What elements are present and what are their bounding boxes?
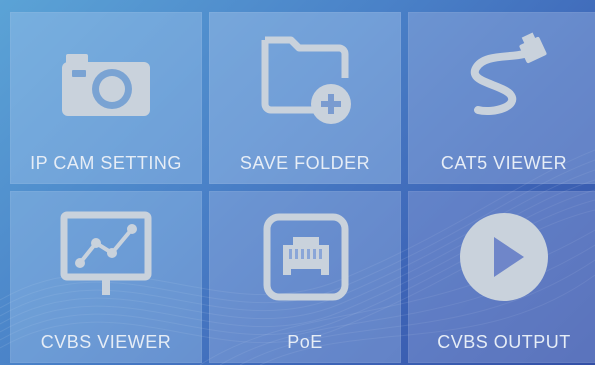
tile-label: CVBS OUTPUT — [437, 332, 571, 352]
camera-icon — [56, 28, 156, 128]
tile-label: PoE — [287, 332, 323, 352]
tile-label: CVBS VIEWER — [40, 332, 172, 352]
menu-grid: IP CAM SETTING SAVE FOLDER CAT5 VIEWER C… — [10, 12, 595, 364]
ip-cam-setting-tile[interactable]: IP CAM SETTING — [10, 12, 202, 184]
main-menu-screen: IP CAM SETTING SAVE FOLDER CAT5 VIEWER C… — [0, 0, 595, 365]
save-folder-tile[interactable]: SAVE FOLDER — [209, 12, 401, 184]
cat5-viewer-tile[interactable]: CAT5 VIEWER — [408, 12, 595, 184]
play-circle-icon — [454, 207, 554, 307]
ethernet-port-icon — [255, 207, 355, 307]
folder-add-icon — [255, 28, 355, 128]
monitor-chart-icon — [56, 207, 156, 307]
network-cable-icon — [454, 28, 554, 128]
cvbs-output-tile[interactable]: CVBS OUTPUT — [408, 191, 595, 363]
cvbs-viewer-tile[interactable]: CVBS VIEWER — [10, 191, 202, 363]
tile-label: IP CAM SETTING — [30, 153, 182, 173]
poe-tile[interactable]: PoE — [209, 191, 401, 363]
tile-label: CAT5 VIEWER — [440, 153, 568, 173]
tile-label: SAVE FOLDER — [239, 153, 371, 173]
